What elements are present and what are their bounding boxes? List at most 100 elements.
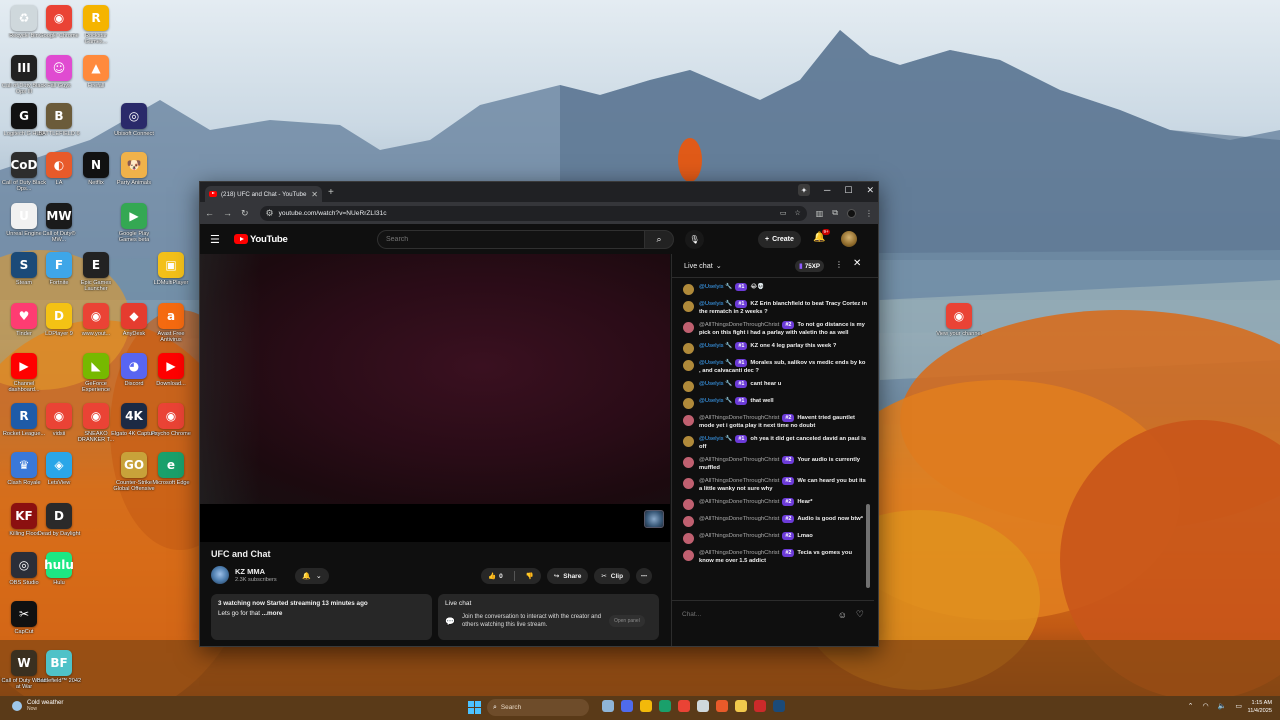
chat-author-name[interactable]: @Uselyis: [699, 301, 724, 307]
desktop-icon[interactable]: a Avast Free Antivirus: [149, 303, 193, 344]
desktop-icon[interactable]: ▲ Firefall: [74, 55, 118, 89]
voice-search-button[interactable]: 🎙: [685, 230, 704, 249]
chat-author-avatar[interactable]: [683, 284, 694, 295]
chat-author-name[interactable]: @AllThingsDoneThroughChrist: [699, 457, 779, 463]
live-chat-mode-dropdown[interactable]: Live chat ⌄: [684, 261, 722, 270]
clip-button[interactable]: ✂ Clip: [594, 568, 631, 584]
chat-more-options-icon[interactable]: ⋮: [835, 260, 843, 269]
chat-author-avatar[interactable]: [683, 457, 694, 468]
chat-author-name[interactable]: @Uselyis: [699, 343, 724, 349]
emoji-icon[interactable]: ☺: [838, 610, 847, 620]
taskbar-app-icon[interactable]: [716, 700, 728, 712]
tab-close-icon[interactable]: ✕: [311, 190, 318, 199]
player-overlay-thumbnail[interactable]: [644, 510, 664, 528]
taskbar-app-icon[interactable]: [640, 700, 652, 712]
xp-badge[interactable]: ▮ 75XP: [795, 260, 824, 272]
close-window-button[interactable]: ✕: [866, 185, 874, 196]
maximize-button[interactable]: ☐: [844, 185, 852, 196]
chat-author-avatar[interactable]: [683, 436, 694, 447]
description-box[interactable]: 3 watching now Started streaming 13 minu…: [211, 594, 432, 640]
desktop-icon[interactable]: hulu Hulu: [37, 552, 81, 586]
desktop-icon[interactable]: ▶ Download...: [149, 353, 193, 387]
volume-icon[interactable]: 🔈: [1218, 702, 1227, 710]
start-button[interactable]: [468, 701, 481, 714]
wifi-icon[interactable]: ◠: [1203, 702, 1209, 710]
youtube-logo[interactable]: YouTube: [234, 234, 288, 245]
extensions-icon[interactable]: ⧉: [832, 208, 838, 218]
channel-name[interactable]: KZ MMA: [235, 567, 277, 576]
taskbar-app-icon[interactable]: [735, 700, 747, 712]
share-button[interactable]: ↪ Share: [546, 568, 589, 584]
chat-author-name[interactable]: @Uselyis: [699, 360, 724, 366]
tab-search-icon[interactable]: ✦: [797, 184, 810, 196]
chat-author-avatar[interactable]: [683, 478, 694, 489]
desktop-icon[interactable]: e Microsoft Edge: [149, 452, 193, 486]
desktop-icon[interactable]: E Epic Games Launcher: [74, 252, 118, 293]
chat-author-name[interactable]: @AllThingsDoneThroughChrist: [699, 322, 779, 328]
taskbar-app-icon[interactable]: [602, 700, 614, 712]
new-tab-button[interactable]: +: [328, 187, 334, 198]
subscription-bell-button[interactable]: 🔔 ⌄: [295, 568, 329, 584]
chat-author-avatar[interactable]: [683, 533, 694, 544]
chat-author-avatar[interactable]: [683, 381, 694, 392]
chat-author-name[interactable]: @Uselyis: [699, 284, 724, 290]
chevron-up-icon[interactable]: ⌃: [1188, 702, 1194, 710]
like-button[interactable]: 👍 0: [481, 568, 510, 584]
search-box[interactable]: [377, 230, 645, 249]
system-clock[interactable]: 1:15 AM 11/4/2025: [1248, 699, 1272, 715]
chat-close-icon[interactable]: ✕: [853, 258, 861, 269]
taskbar-search[interactable]: ⌕ Search: [487, 699, 589, 716]
hamburger-menu-icon[interactable]: ☰: [210, 233, 224, 246]
more-actions-button[interactable]: ⋯: [636, 568, 653, 584]
desktop-icon[interactable]: ✂ CapCut: [2, 601, 46, 635]
desktop-icon[interactable]: BF Battlefield™ 2042: [37, 650, 81, 684]
chat-author-name[interactable]: @AllThingsDoneThroughChrist: [699, 516, 779, 522]
forward-arrow-icon[interactable]: →: [223, 208, 232, 218]
taskbar-app-icon[interactable]: [773, 700, 785, 712]
chat-author-name[interactable]: @Uselyis: [699, 436, 724, 442]
chat-author-name[interactable]: @Uselyis: [699, 381, 724, 387]
chat-scrollbar[interactable]: [866, 504, 870, 588]
sidebar-icon[interactable]: ▥: [816, 209, 824, 218]
desktop-icon[interactable]: ▶ Channel dashboard...: [2, 353, 46, 394]
desktop-icon[interactable]: MW Call of Duty® MW...: [37, 203, 81, 244]
desktop-icon[interactable]: ◉ Psycho Chrome: [149, 403, 193, 437]
chat-author-avatar[interactable]: [683, 343, 694, 354]
desktop-icon[interactable]: ◎ Ubisoft Connect: [112, 103, 156, 137]
chat-author-avatar[interactable]: [683, 322, 694, 333]
battery-icon[interactable]: ▭: [1235, 702, 1242, 710]
profile-avatar[interactable]: [847, 208, 856, 218]
cast-icon[interactable]: ▭: [780, 209, 787, 217]
chat-author-avatar[interactable]: [683, 516, 694, 527]
chat-author-avatar[interactable]: [683, 360, 694, 371]
reload-icon[interactable]: ↻: [241, 208, 249, 219]
desktop-icon[interactable]: ▣ LDMultiPlayer: [149, 252, 193, 286]
open-panel-button[interactable]: Open panel: [608, 615, 645, 627]
desktop-icon[interactable]: ◉ View your channel: [936, 303, 982, 337]
chat-author-name[interactable]: @AllThingsDoneThroughChrist: [699, 533, 779, 539]
chat-author-avatar[interactable]: [683, 398, 694, 409]
taskbar-app-icon[interactable]: [754, 700, 766, 712]
account-avatar[interactable]: [841, 231, 857, 247]
desktop-icon[interactable]: ▶ Google Play Games beta: [112, 203, 156, 244]
desktop-icon[interactable]: R Rockstar Games...: [74, 5, 118, 46]
desktop-icon[interactable]: B BATTLEFIELD 6: [37, 103, 81, 137]
chat-author-name[interactable]: @Uselyis: [699, 398, 724, 404]
url-text[interactable]: youtube.com/watch?v=NUeRrZLI31c: [279, 210, 775, 217]
create-button[interactable]: + Create: [758, 231, 801, 248]
omnibox[interactable]: ⚙ youtube.com/watch?v=NUeRrZLI31c ▭ ☆: [259, 205, 807, 221]
chat-author-avatar[interactable]: [683, 550, 694, 561]
dislike-button[interactable]: 👎: [519, 568, 541, 584]
chat-author-avatar[interactable]: [683, 415, 694, 426]
taskbar-app-icon[interactable]: [678, 700, 690, 712]
channel-avatar[interactable]: [211, 566, 229, 584]
chat-author-avatar[interactable]: [683, 301, 694, 312]
browser-tab[interactable]: (218) UFC and Chat - YouTube ✕: [205, 186, 322, 202]
desktop-icon[interactable]: D Dead by Daylight: [37, 503, 81, 537]
search-input[interactable]: [386, 236, 644, 243]
bookmark-star-icon[interactable]: ☆: [794, 209, 800, 217]
desktop-icon[interactable]: ◈ LetsView: [37, 452, 81, 486]
chat-input[interactable]: [682, 606, 838, 623]
weather-widget[interactable]: Cold weather Now: [12, 699, 63, 712]
site-info-icon[interactable]: ⚙: [266, 208, 274, 219]
